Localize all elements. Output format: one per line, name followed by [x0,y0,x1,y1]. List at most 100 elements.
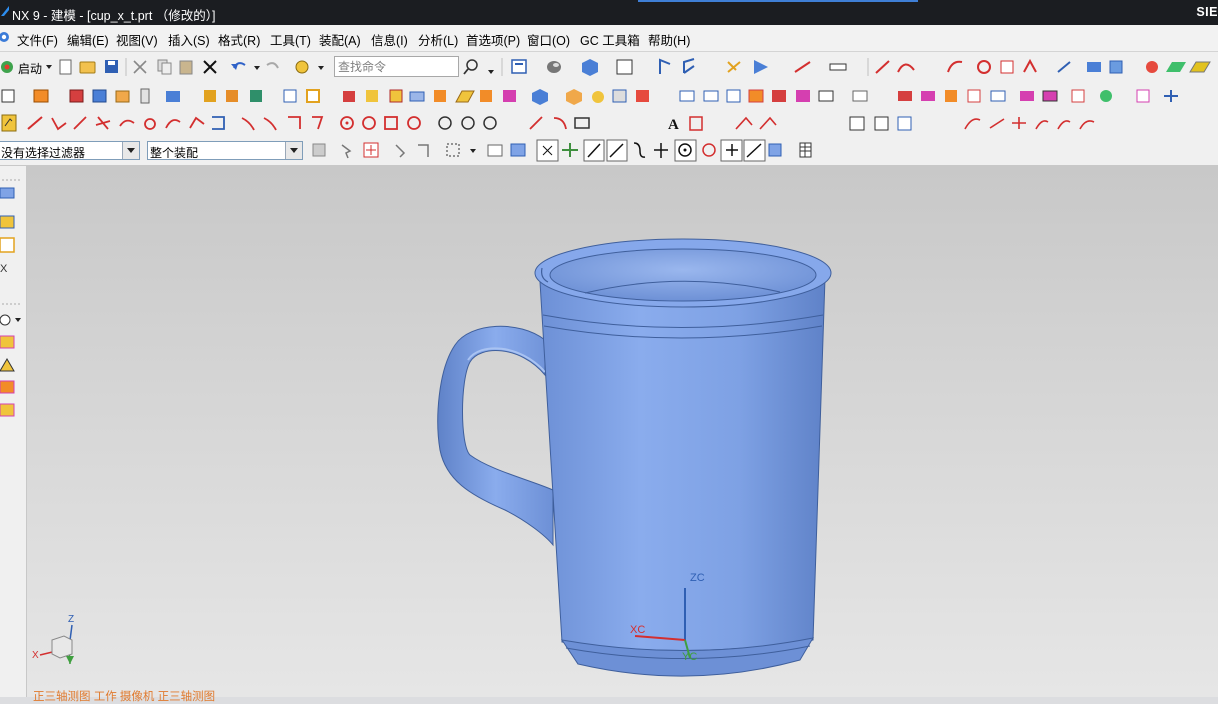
wcs-icon[interactable] [727,61,741,73]
wrap-geometry-icon[interactable] [967,89,981,103]
delete-icon[interactable] [203,60,217,74]
assembly-constraint-icon[interactable] [1164,90,1178,102]
ruler-icon[interactable] [829,63,847,71]
point-on-curve-icon[interactable] [340,116,354,130]
profile-icon[interactable] [27,116,43,130]
polygon-icon[interactable] [189,116,205,129]
cone-icon[interactable] [566,89,582,105]
curve-length-icon[interactable] [1035,120,1049,130]
layout-icon[interactable] [511,59,527,74]
rectangle-select-icon[interactable] [446,143,460,157]
constraint-icon[interactable] [438,116,452,130]
scale-curve-icon[interactable] [1057,120,1071,130]
snap-settings-icon[interactable] [768,143,782,157]
sketch-line-icon[interactable] [51,117,67,131]
synchronous-icon[interactable] [1087,62,1101,72]
text-tool-icon[interactable]: A [668,117,679,133]
snap-point-icon[interactable] [536,139,559,162]
styled-sweep-icon[interactable] [772,90,786,102]
process-studio-icon[interactable] [0,358,15,372]
menu-analysis[interactable]: 分析(L) [418,30,458,49]
mirror-icon[interactable] [434,90,446,102]
copy-icon[interactable] [157,59,172,75]
trim-body-icon[interactable] [366,90,378,102]
cup-model[interactable] [437,238,832,677]
join-curve-icon[interactable] [989,118,1005,129]
arc-icon[interactable] [897,63,915,73]
arc-tool-icon[interactable] [553,117,567,130]
revolve-icon[interactable] [69,89,84,103]
sketch-icon[interactable] [1,89,15,103]
hole-icon[interactable] [92,89,107,103]
offset-tool-icon[interactable] [735,116,753,130]
offset-region-icon[interactable] [1042,90,1058,102]
geometric-constraint-icon[interactable] [461,116,475,130]
control-point-icon[interactable] [606,139,628,162]
menu-window[interactable]: 窗口(O) [527,30,570,49]
render-style-icon[interactable] [547,61,561,73]
extrude-icon[interactable] [33,89,49,103]
menu-assembly[interactable]: 装配(A) [319,30,361,49]
menu-tools[interactable]: 工具(T) [270,30,311,49]
delete-face-icon[interactable] [1020,91,1034,101]
grid-icon[interactable] [799,142,812,158]
mesh-icon[interactable] [1189,61,1211,73]
orient-view-icon[interactable] [659,58,671,74]
menu-file[interactable]: 文件(F) [17,30,58,49]
section-curve-icon[interactable] [897,116,912,131]
extract-curve-icon[interactable] [1023,58,1037,73]
system-materials-icon[interactable] [0,335,15,349]
sketch-arc-icon[interactable] [73,116,87,130]
select-dropdown-icon[interactable] [470,149,476,153]
spline-icon[interactable] [947,60,963,73]
select-feature-icon[interactable] [341,144,352,159]
intersect-icon[interactable] [226,90,238,102]
search-icon[interactable] [463,59,478,75]
menu-format[interactable]: 格式(R) [218,30,260,49]
subtract-icon[interactable] [204,90,216,102]
dimension-icon[interactable] [483,116,497,130]
existing-point-icon[interactable] [720,139,743,162]
end-point-icon[interactable] [562,143,578,157]
measure-icon[interactable] [754,60,768,74]
menu-information[interactable]: 信息(I) [371,30,408,49]
replace-face-icon[interactable] [990,90,1006,102]
quadrant-point-icon[interactable] [674,139,697,162]
search-dropdown-icon[interactable] [488,70,494,74]
offset-curve-icon[interactable] [977,60,991,74]
select-edge-icon[interactable] [395,144,406,158]
pattern-icon[interactable] [409,91,425,102]
general-selection-icon[interactable] [312,143,326,157]
ruled-icon[interactable] [726,89,741,103]
extract-geometry-icon[interactable] [945,90,957,102]
start-label[interactable]: 启动 [18,60,42,77]
thread-icon[interactable] [140,88,150,104]
cup-handle[interactable] [437,325,554,547]
chamfer-icon[interactable] [283,89,297,103]
thicken-icon[interactable] [921,91,935,101]
trimmed-sheet-icon[interactable] [852,90,868,102]
web-browser-icon[interactable] [0,403,15,417]
command-finder-input[interactable] [334,56,459,77]
distance-icon[interactable] [794,61,811,73]
center-point-icon[interactable] [384,116,398,130]
quick-extend-icon[interactable] [263,117,277,131]
constraint-navigator-icon[interactable] [0,215,15,229]
reuse-library-icon[interactable]: X [0,263,8,275]
undo-dropdown-icon[interactable] [254,66,260,70]
through-curves-icon[interactable] [703,90,719,102]
line-tool-icon[interactable] [529,116,543,130]
menu-preferences[interactable]: 首选项(P) [466,30,520,49]
menu-view[interactable]: 视图(V) [116,30,158,49]
point-on-face-icon[interactable] [362,116,376,130]
sphere-icon[interactable] [592,91,604,103]
derived-line-icon[interactable] [312,116,324,130]
analysis-icon[interactable] [1100,90,1112,102]
split-body-icon[interactable] [389,89,403,103]
face-analysis-icon[interactable] [1136,89,1150,103]
unite-icon[interactable] [166,91,180,102]
select-body-icon[interactable] [418,144,429,157]
sketch-circle-icon[interactable] [95,116,111,130]
draft-icon[interactable] [343,91,355,102]
intersection-point-icon[interactable] [633,142,646,158]
